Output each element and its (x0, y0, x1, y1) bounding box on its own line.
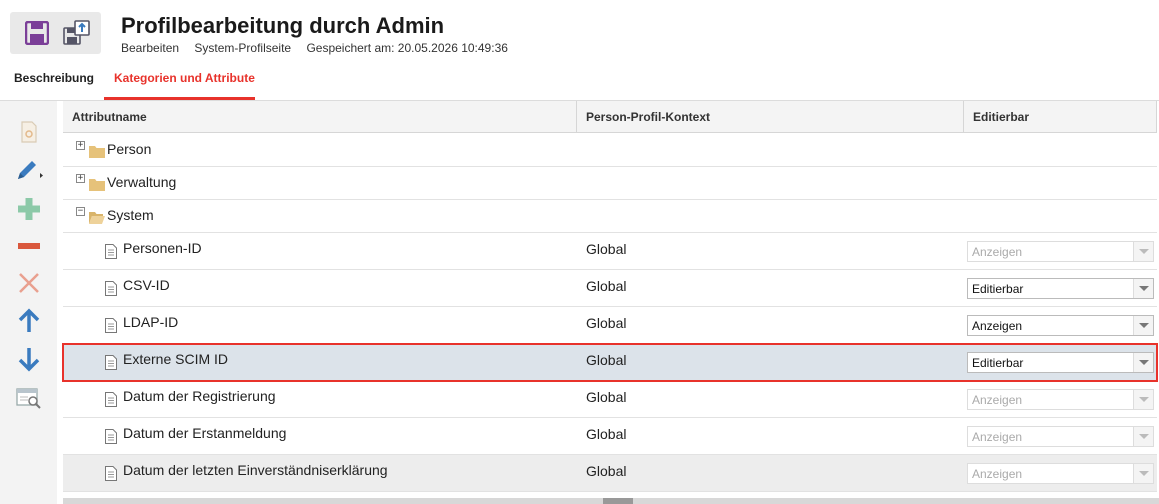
document-icon (105, 281, 117, 296)
attribute-name: Datum der Registrierung (123, 388, 276, 404)
column-header-attributname[interactable]: Attributname (63, 101, 577, 133)
add-button[interactable] (12, 194, 46, 224)
chevron-down-icon (1133, 390, 1153, 409)
category-row-person[interactable]: + Person (63, 134, 1157, 167)
page-title: Profilbearbeitung durch Admin (121, 13, 445, 38)
scrollbar-thumb[interactable] (603, 498, 633, 504)
column-header-kontext[interactable]: Person-Profil-Kontext (577, 101, 964, 133)
page-subtitle: Bearbeiten System-Profilseite Gespeicher… (121, 41, 520, 55)
chevron-down-icon (1133, 464, 1153, 483)
save-as-icon[interactable] (62, 18, 92, 48)
attribute-row-selected[interactable]: Externe SCIM ID Global Editierbar (62, 343, 1158, 382)
save-toolbox (10, 12, 101, 54)
attribute-name: Datum der letzten Einverständniserklärun… (123, 462, 388, 478)
attribute-row[interactable]: Personen-ID Global Anzeigen (63, 233, 1157, 270)
tab-beschreibung[interactable]: Beschreibung (14, 62, 94, 100)
context-value: Global (586, 278, 627, 294)
editable-select: Anzeigen (967, 463, 1154, 484)
category-label: Verwaltung (107, 174, 177, 190)
context-value: Global (586, 389, 627, 405)
editable-select: Anzeigen (967, 241, 1154, 262)
new-page-button[interactable] (12, 117, 46, 147)
minus-icon (18, 243, 40, 249)
editable-select-value: Anzeigen (972, 319, 1023, 333)
preview-button[interactable] (12, 383, 46, 413)
category-label: Person (107, 141, 152, 157)
document-icon (105, 392, 117, 407)
context-value: Global (586, 426, 627, 442)
mode-label: Bearbeiten (121, 41, 180, 55)
move-down-button[interactable] (12, 344, 46, 374)
attribute-name: Externe SCIM ID (123, 351, 229, 367)
chevron-down-icon[interactable] (1133, 353, 1153, 372)
folder-icon (89, 146, 105, 158)
chevron-down-icon[interactable] (1133, 279, 1153, 298)
editable-select-value: Anzeigen (972, 430, 1023, 444)
attribute-row[interactable]: Datum der letzten Einverständniserklärun… (63, 455, 1157, 492)
attribute-name: Datum der Erstanmeldung (123, 425, 287, 441)
editable-select[interactable]: Anzeigen (967, 315, 1154, 336)
editable-select: Anzeigen (967, 426, 1154, 447)
tab-bar: Beschreibung Kategorien und Attribute (0, 62, 1159, 100)
context-value: Global (586, 352, 627, 368)
new-page-icon (21, 121, 37, 143)
attribute-row[interactable]: CSV-ID Global Editierbar (63, 270, 1157, 307)
chevron-down-icon (1133, 427, 1153, 446)
arrow-up-icon (18, 308, 40, 332)
column-header-editierbar[interactable]: Editierbar (964, 101, 1157, 133)
editable-select-value: Anzeigen (972, 467, 1023, 481)
close-icon (19, 273, 39, 293)
action-sidebar (0, 101, 57, 504)
document-icon (105, 466, 117, 481)
move-up-button[interactable] (12, 306, 46, 336)
attribute-name: LDAP-ID (123, 314, 179, 330)
chevron-down-icon[interactable] (1133, 316, 1153, 335)
category-row-verwaltung[interactable]: + Verwaltung (63, 167, 1157, 200)
remove-button[interactable] (12, 231, 46, 261)
document-icon (105, 318, 117, 333)
attribute-grid: Attributname Person-Profil-Kontext Editi… (62, 101, 1159, 504)
folder-open-icon (89, 212, 105, 224)
editable-select-value: Anzeigen (972, 393, 1023, 407)
delete-button[interactable] (12, 268, 46, 298)
expand-toggle[interactable]: + (76, 141, 85, 150)
document-icon (105, 244, 117, 259)
editable-select-value: Editierbar (972, 282, 1024, 296)
expand-toggle[interactable]: + (76, 174, 85, 183)
grid-header: Attributname Person-Profil-Kontext Editi… (63, 101, 1157, 133)
chevron-down-icon (1133, 242, 1153, 261)
folder-icon (89, 179, 105, 191)
category-row-system[interactable]: − System (63, 200, 1157, 233)
edit-button[interactable] (12, 156, 46, 186)
document-icon (105, 429, 117, 444)
attribute-name: CSV-ID (123, 277, 170, 293)
horizontal-scrollbar[interactable] (63, 498, 1159, 504)
context-value: Global (586, 463, 627, 479)
editable-select-value: Editierbar (972, 356, 1024, 370)
attribute-row[interactable]: Datum der Erstanmeldung Global Anzeigen (63, 418, 1157, 455)
editable-select[interactable]: Editierbar (967, 278, 1154, 299)
context-value: Global (586, 315, 627, 331)
category-label: System (107, 207, 154, 223)
arrow-down-icon (18, 348, 40, 372)
page-header: Profilbearbeitung durch Admin Bearbeiten… (0, 0, 1159, 60)
attribute-row[interactable]: LDAP-ID Global Anzeigen (63, 307, 1157, 344)
collapse-toggle[interactable]: − (76, 207, 85, 216)
context-value: Global (586, 241, 627, 257)
editable-select[interactable]: Editierbar (967, 352, 1154, 373)
editable-select: Anzeigen (967, 389, 1154, 410)
save-icon[interactable] (25, 21, 49, 45)
tab-kategorien-und-attribute[interactable]: Kategorien und Attribute (104, 62, 255, 100)
document-icon (105, 355, 117, 370)
plus-icon (18, 198, 40, 220)
pencil-icon (18, 161, 43, 179)
editable-select-value: Anzeigen (972, 245, 1023, 259)
attribute-name: Personen-ID (123, 240, 202, 256)
page-type-label: System-Profilseite (194, 41, 292, 55)
saved-timestamp: Gespeichert am: 20.05.2026 10:49:36 (306, 41, 508, 55)
attribute-row[interactable]: Datum der Registrierung Global Anzeigen (63, 381, 1157, 418)
preview-icon (16, 388, 41, 409)
